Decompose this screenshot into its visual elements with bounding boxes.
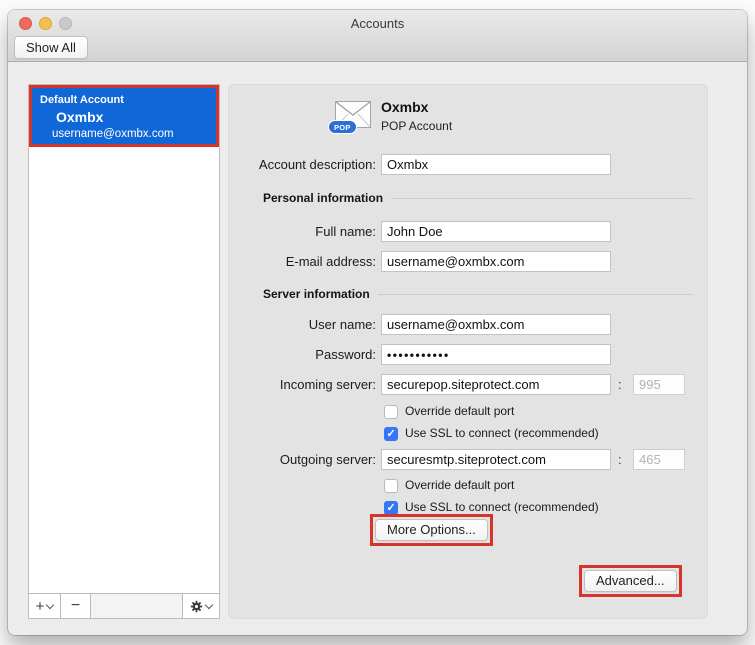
user-name-label: User name: <box>308 317 376 332</box>
pop-account-icon: POP <box>328 101 371 134</box>
title-bar: Accounts Show All <box>8 10 747 62</box>
outgoing-override-port-label: Override default port <box>405 478 515 492</box>
full-name-input[interactable] <box>381 221 611 242</box>
full-name-row: Full name: <box>229 221 707 242</box>
section-divider <box>391 197 693 199</box>
default-account-badge: Default Account <box>40 94 124 106</box>
outgoing-ssl-option: Use SSL to connect (recommended) <box>384 500 599 515</box>
server-information-heading: Server information <box>263 287 370 301</box>
account-actions-menu-button[interactable] <box>182 594 219 618</box>
outgoing-ssl-label: Use SSL to connect (recommended) <box>405 500 599 514</box>
outgoing-server-row: Outgoing server: : <box>229 449 707 470</box>
full-name-label: Full name: <box>315 224 376 239</box>
personal-information-section: Personal information <box>263 191 693 205</box>
section-divider <box>377 293 693 295</box>
account-description-input[interactable] <box>381 154 611 175</box>
incoming-server-input[interactable] <box>381 374 611 395</box>
outgoing-override-port-checkbox[interactable] <box>384 478 398 493</box>
incoming-override-port-checkbox[interactable] <box>384 404 398 419</box>
incoming-override-port-option: Override default port <box>384 404 514 419</box>
remove-account-button[interactable]: − <box>61 594 91 618</box>
incoming-ssl-option: Use SSL to connect (recommended) <box>384 426 599 441</box>
email-address-input[interactable] <box>381 251 611 272</box>
personal-information-heading: Personal information <box>263 191 384 205</box>
user-name-input[interactable] <box>381 314 611 335</box>
pop-badge: POP <box>328 120 357 134</box>
account-list-item[interactable]: Default Account Oxmbx username@oxmbx.com <box>32 88 216 144</box>
account-name: Oxmbx <box>56 109 104 125</box>
plus-icon: + <box>35 597 45 615</box>
chevron-down-icon <box>46 600 55 609</box>
toolbar-spacer <box>91 594 182 618</box>
minus-icon: − <box>70 597 81 614</box>
more-options-annotation: More Options... <box>370 514 493 546</box>
show-all-button[interactable]: Show All <box>14 36 88 59</box>
incoming-server-row: Incoming server: : <box>229 374 707 395</box>
outgoing-server-input[interactable] <box>381 449 611 470</box>
account-title: Oxmbx <box>381 99 429 115</box>
incoming-ssl-label: Use SSL to connect (recommended) <box>405 426 599 440</box>
outgoing-server-label: Outgoing server: <box>279 452 376 467</box>
port-colon: : <box>618 377 622 392</box>
account-description-label: Account description: <box>258 157 376 172</box>
outgoing-ssl-checkbox[interactable] <box>384 500 398 515</box>
password-label: Password: <box>315 347 376 362</box>
account-list-item-selected-annotation: Default Account Oxmbx username@oxmbx.com <box>29 85 219 147</box>
email-address-row: E-mail address: <box>229 251 707 272</box>
password-input[interactable] <box>381 344 611 365</box>
outgoing-override-port-option: Override default port <box>384 478 514 493</box>
account-type: POP Account <box>381 119 453 133</box>
accounts-sidebar: Default Account Oxmbx username@oxmbx.com… <box>28 84 220 619</box>
incoming-ssl-checkbox[interactable] <box>384 426 398 441</box>
server-information-section: Server information <box>263 287 693 301</box>
account-email: username@oxmbx.com <box>52 128 174 140</box>
gear-icon <box>190 600 203 612</box>
account-detail-panel: POP Oxmbx POP Account Account descriptio… <box>228 84 708 619</box>
chevron-down-icon <box>204 600 214 609</box>
advanced-button[interactable]: Advanced... <box>584 570 677 592</box>
account-description-row: Account description: <box>229 154 707 175</box>
window-title: Accounts <box>350 16 405 31</box>
sidebar-toolbar: + − <box>29 593 219 618</box>
incoming-override-port-label: Override default port <box>405 404 515 418</box>
email-address-label: E-mail address: <box>285 254 376 269</box>
incoming-server-label: Incoming server: <box>279 377 376 392</box>
password-row: Password: <box>229 344 707 365</box>
more-options-button[interactable]: More Options... <box>375 519 488 541</box>
accounts-window: Accounts Show All Default Account Oxmbx … <box>8 10 747 635</box>
incoming-port-input <box>633 374 685 395</box>
outgoing-port-input <box>633 449 685 470</box>
account-header: POP Oxmbx POP Account <box>328 99 635 139</box>
advanced-annotation: Advanced... <box>579 565 682 597</box>
user-name-row: User name: <box>229 314 707 335</box>
port-colon: : <box>618 452 622 467</box>
add-account-button[interactable]: + <box>29 594 61 618</box>
